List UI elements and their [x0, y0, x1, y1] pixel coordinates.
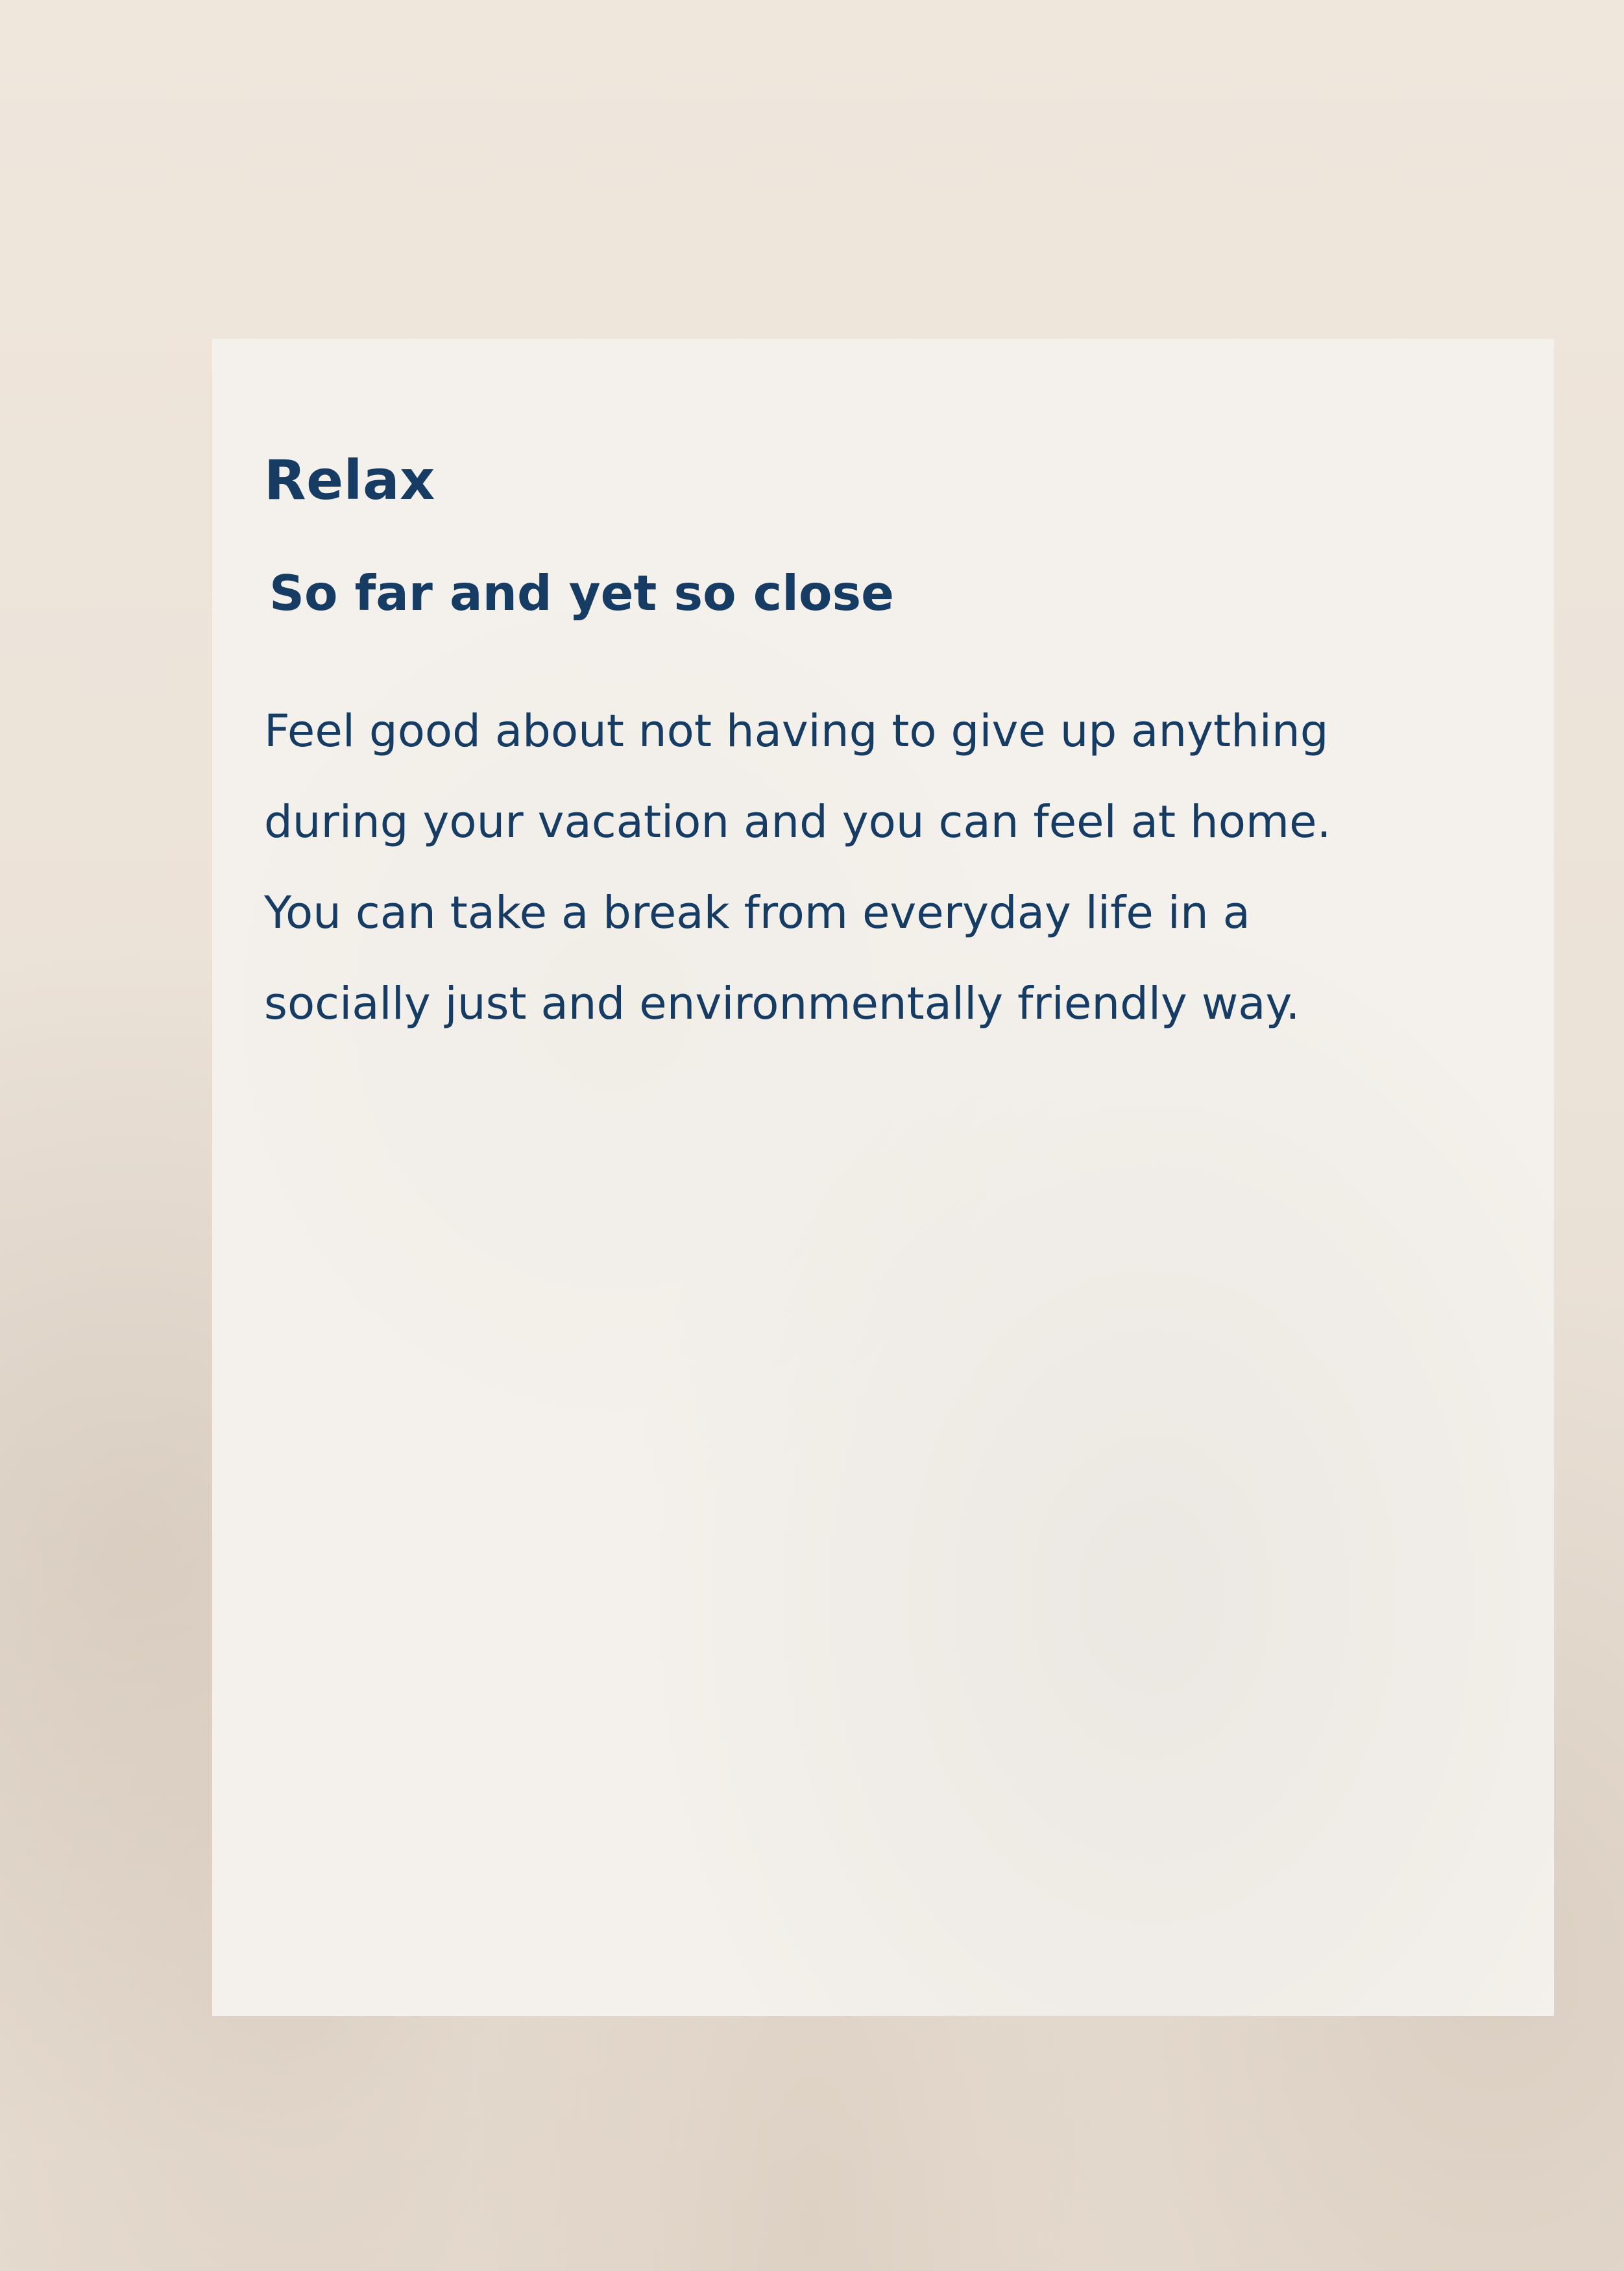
body-line-2: during your vacation and you can feel at… — [264, 796, 1331, 848]
body-line-3: You can take a break from everyday life … — [264, 887, 1250, 939]
content-card: Relax So far and yet so close Feel good … — [212, 339, 1554, 2016]
body-line-4: socially just and environmentally friend… — [264, 978, 1300, 1030]
page-title: Relax — [264, 448, 435, 512]
body-paragraph: Feel good about not having to give up an… — [264, 686, 1471, 1049]
body-line-1: Feel good about not having to give up an… — [264, 705, 1329, 757]
page-subtitle: So far and yet so close — [269, 565, 894, 622]
